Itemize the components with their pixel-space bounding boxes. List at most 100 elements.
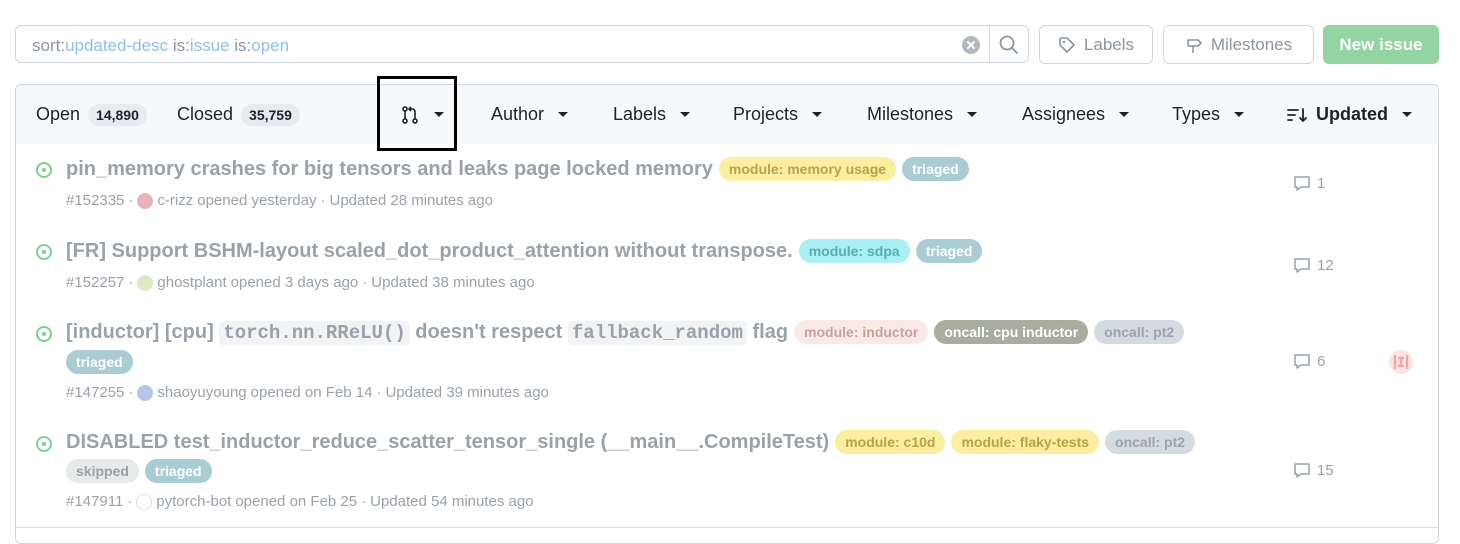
issue-title-line: DISABLED test_inductor_reduce_scatter_te… xyxy=(66,430,1196,454)
comment-count: 15 xyxy=(1317,462,1334,479)
chevron-down-icon xyxy=(680,112,691,117)
avatar[interactable] xyxy=(137,274,154,291)
search-input[interactable]: sort:updated-desc is:issue is:open xyxy=(15,25,1029,63)
issue-meta: #147255 · shaoyuyoung opened on Feb 14 · U… xyxy=(66,384,549,401)
issue-opened-text: opened on Feb 14 xyxy=(250,384,373,401)
filter-header: Open 14,890 Closed 35,759 Author Labels … xyxy=(16,85,1438,145)
author-filter-label: Author xyxy=(491,104,545,124)
sort-icon xyxy=(1287,107,1307,122)
projects-filter[interactable]: Projects xyxy=(733,85,823,144)
issue-opened-text: opened on Feb 25 xyxy=(235,493,358,510)
comments-link[interactable]: 6 xyxy=(1293,353,1325,370)
closed-tab[interactable]: Closed 35,759 xyxy=(177,85,300,144)
issue-open-icon xyxy=(36,244,52,260)
search-query[interactable]: sort:updated-desc is:issue is:open xyxy=(32,36,289,56)
comment-icon xyxy=(1294,176,1310,191)
issue-author-link[interactable]: pytorch-bot xyxy=(156,493,231,510)
issue-updated-text: Updated 39 minutes ago xyxy=(385,384,549,401)
issue-row[interactable]: pin_memory crashes for big tensors and l… xyxy=(16,144,1438,227)
issue-row[interactable]: DISABLED test_inductor_reduce_scatter_te… xyxy=(16,417,1438,528)
issue-label[interactable]: module: c10d xyxy=(835,430,946,454)
issue-open-icon xyxy=(36,326,52,342)
chevron-down-icon xyxy=(812,112,823,117)
closed-count-badge: 35,759 xyxy=(241,103,300,126)
issue-open-icon xyxy=(36,162,52,178)
issue-title-link[interactable]: [FR] Support BSHM-layout scaled_dot_prod… xyxy=(66,240,793,263)
avatar[interactable] xyxy=(137,384,154,401)
open-tab[interactable]: Open 14,890 xyxy=(36,85,147,144)
comments-link[interactable]: 12 xyxy=(1293,257,1334,274)
issue-updated-text: Updated 28 minutes ago xyxy=(329,192,493,209)
new-issue-button[interactable]: New issue xyxy=(1323,25,1439,64)
milestones-filter[interactable]: Milestones xyxy=(867,85,978,144)
types-filter-label: Types xyxy=(1172,104,1221,124)
issue-number: #147255 xyxy=(66,384,125,401)
open-count-badge: 14,890 xyxy=(88,103,147,126)
issue-label[interactable]: triaged xyxy=(902,157,969,181)
avatar[interactable] xyxy=(137,192,154,209)
issue-label[interactable]: oncall: pt2 xyxy=(1105,430,1196,454)
milestones-button-text: Milestones xyxy=(1210,34,1293,54)
issue-author-link[interactable]: c-rizz xyxy=(157,192,193,209)
issue-meta: #152335 · c-rizz opened yesterday · Update… xyxy=(66,192,493,209)
issue-title-line: pin_memory crashes for big tensors and l… xyxy=(66,157,969,181)
open-tab-label: Open xyxy=(36,104,81,124)
issue-label[interactable]: module: inductor xyxy=(794,320,929,344)
comment-count: 6 xyxy=(1317,353,1326,370)
labels-button-text: Labels xyxy=(1083,34,1135,54)
avatar[interactable] xyxy=(136,493,153,510)
clear-search-icon[interactable] xyxy=(962,36,980,54)
assignees-filter[interactable]: Assignees xyxy=(1022,85,1130,144)
issue-number: #152257 xyxy=(66,274,125,291)
chevron-down-icon xyxy=(1119,112,1130,117)
comment-count: 1 xyxy=(1317,175,1326,192)
issue-author-link[interactable]: shaoyuyoung xyxy=(157,384,246,401)
issue-label-wrap: skipped triaged xyxy=(66,459,212,483)
comment-icon xyxy=(1294,354,1310,369)
issue-title-link[interactable]: pin_memory crashes for big tensors and l… xyxy=(66,158,713,181)
issue-updated-text: Updated 54 minutes ago xyxy=(370,493,534,510)
issue-title-link[interactable]: [inductor] [cpu] torch.nn.RReLU() doesn'… xyxy=(66,320,788,345)
closed-tab-label: Closed xyxy=(177,104,234,124)
search-icon[interactable] xyxy=(990,26,1028,62)
chevron-down-icon xyxy=(1402,112,1412,117)
issue-label[interactable]: triaged xyxy=(66,350,133,374)
assignees-filter-label: Assignees xyxy=(1022,104,1106,124)
labels-filter-label: Labels xyxy=(613,104,667,124)
issue-label[interactable]: oncall: cpu inductor xyxy=(934,320,1089,344)
issue-meta: #152257 · ghostplant opened 3 days ago · U… xyxy=(66,274,535,291)
types-filter[interactable]: Types xyxy=(1172,85,1245,144)
sort-dropdown[interactable]: Updated xyxy=(1286,85,1412,144)
issue-label[interactable]: module: sdpa xyxy=(798,239,910,263)
milestones-button[interactable]: Milestones xyxy=(1163,25,1314,64)
issue-number: #152335 xyxy=(66,192,125,209)
milestone-icon xyxy=(1187,38,1202,53)
issue-author-link[interactable]: ghostplant xyxy=(157,274,226,291)
issue-label[interactable]: oncall: pt2 xyxy=(1094,320,1185,344)
chevron-down-icon xyxy=(558,112,569,117)
issue-label[interactable]: triaged xyxy=(144,459,212,483)
issue-row[interactable]: [inductor] [cpu] torch.nn.RReLU() doesn'… xyxy=(16,308,1438,418)
assignee-avatar[interactable] xyxy=(1389,350,1413,374)
milestones-filter-label: Milestones xyxy=(867,104,954,124)
issue-title-link[interactable]: DISABLED test_inductor_reduce_scatter_te… xyxy=(66,431,829,454)
issue-row[interactable]: [FR] Support BSHM-layout scaled_dot_prod… xyxy=(16,226,1438,309)
issue-number: #147911 xyxy=(66,493,124,510)
chevron-down-icon xyxy=(967,112,978,117)
sort-dropdown-label: Updated xyxy=(1316,104,1388,124)
issue-meta: #147911 · pytorch-bot opened on Feb 25 · U… xyxy=(66,493,534,510)
comments-link[interactable]: 15 xyxy=(1293,462,1334,479)
issue-label[interactable]: skipped xyxy=(66,459,139,483)
author-filter[interactable]: Author xyxy=(491,85,569,144)
labels-button[interactable]: Labels xyxy=(1039,25,1153,64)
issue-label[interactable]: module: memory usage xyxy=(718,157,897,181)
issue-title-line: [inductor] [cpu] torch.nn.RReLU() doesn'… xyxy=(66,320,1185,345)
projects-filter-label: Projects xyxy=(733,104,799,124)
comments-link[interactable]: 1 xyxy=(1293,175,1325,192)
issue-label[interactable]: module: flaky-tests xyxy=(951,430,1100,454)
issue-list: Open 14,890 Closed 35,759 Author Labels … xyxy=(15,84,1439,544)
labels-filter[interactable]: Labels xyxy=(613,85,691,144)
comment-icon xyxy=(1294,258,1310,273)
issue-label[interactable]: triaged xyxy=(915,239,983,263)
issue-label-wrap: triaged xyxy=(66,350,133,374)
